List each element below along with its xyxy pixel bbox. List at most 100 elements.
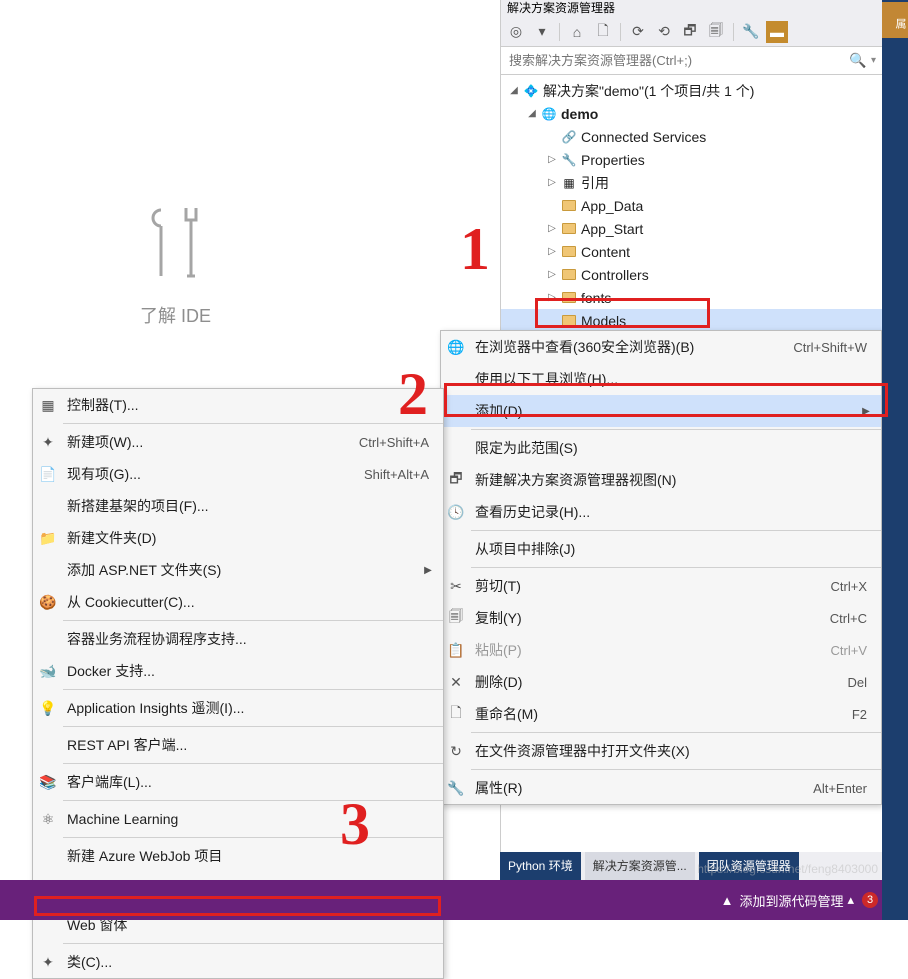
add-clientlib[interactable]: 📚客户端库(L)... (33, 766, 443, 798)
tab-python[interactable]: Python 环境 (500, 852, 581, 880)
controllers-label: Controllers (581, 267, 649, 283)
fonts-label: fonts (581, 290, 611, 306)
add-rest[interactable]: REST API 客户端... (33, 729, 443, 761)
add-controller[interactable]: ▦控制器(T)... (33, 389, 443, 421)
history-icon: 🕓 (441, 504, 471, 521)
add-appinsights[interactable]: 💡Application Insights 遥测(I)... (33, 692, 443, 724)
search-icon[interactable]: 🔍 (847, 50, 869, 72)
add-new-webjob[interactable]: 新建 Azure WebJob 项目 (33, 840, 443, 872)
search-input[interactable] (505, 53, 847, 68)
folder-icon (562, 223, 576, 234)
appdata-node[interactable]: App_Data (501, 194, 882, 217)
solution-label: 解决方案"demo"(1 个项目/共 1 个) (543, 81, 754, 101)
context-menu-main: 🌐 在浏览器中查看(360安全浏览器)(B) Ctrl+Shift+W 使用以下… (440, 330, 882, 805)
source-control-upload-icon[interactable]: ▲ (721, 893, 734, 908)
sync-icon[interactable]: ⟳ (627, 21, 649, 43)
ctx-browse-with[interactable]: 使用以下工具浏览(H)... (441, 363, 881, 395)
wrench-icon[interactable]: 🔧 (740, 21, 762, 43)
expander-icon[interactable]: ▷ (545, 153, 559, 167)
open-folder-icon: ↻ (441, 743, 471, 760)
collapse-icon[interactable]: 🗗 (679, 21, 701, 43)
status-text[interactable]: 添加到源代码管理 (739, 891, 843, 910)
expander-icon[interactable]: ▷ (545, 176, 559, 190)
connected-services-node[interactable]: 🔗 Connected Services (501, 125, 882, 148)
content-label: Content (581, 244, 630, 260)
fonts-node[interactable]: ▷ fonts (501, 286, 882, 309)
add-new-item[interactable]: ✦新建项(W)...Ctrl+Shift+A (33, 426, 443, 458)
search-dropdown-icon[interactable]: ▾ (869, 55, 878, 66)
add-new-folder[interactable]: 📁新建文件夹(D) (33, 522, 443, 554)
home-icon[interactable]: ⌂ (566, 21, 588, 43)
controllers-node[interactable]: ▷ Controllers (501, 263, 882, 286)
search-row: 🔍 ▾ (501, 47, 882, 75)
ctx-delete[interactable]: ✕删除(D)Del (441, 666, 881, 698)
status-bar: ▲ 添加到源代码管理 ▴ 3 (0, 880, 908, 920)
add-ml[interactable]: ⚛Machine Learning (33, 803, 443, 835)
ctx-history[interactable]: 🕓查看历史记录(H)... (441, 496, 881, 528)
solution-node[interactable]: ◢ 💠 解决方案"demo"(1 个项目/共 1 个) (501, 79, 882, 102)
ctx-copy[interactable]: 🗐复制(Y)Ctrl+C (441, 602, 881, 634)
copy-icon: 🗐 (441, 606, 471, 630)
dock-tab[interactable]: 属 (882, 2, 908, 38)
add-existing-item[interactable]: 📄现有项(G)...Shift+Alt+A (33, 458, 443, 490)
add-cookiecutter[interactable]: 🍪从 Cookiecutter(C)... (33, 586, 443, 618)
wrench-icon: 🔧 (561, 152, 577, 168)
rename-icon: 🗋 (441, 702, 471, 726)
add-aspnet-folder[interactable]: 添加 ASP.NET 文件夹(S)▶ (33, 554, 443, 586)
properties-label: Properties (581, 152, 645, 168)
ctx-open-explorer[interactable]: ↻在文件资源管理器中打开文件夹(X) (441, 735, 881, 767)
ide-learn-label[interactable]: 了解 IDE (140, 302, 211, 328)
paste-icon: 📋 (441, 642, 471, 659)
ctx-add[interactable]: 添加(D) ▶ (441, 395, 881, 427)
notification-badge[interactable]: 3 (862, 892, 878, 908)
appinsights-icon: 💡 (33, 700, 63, 717)
expander-icon[interactable]: ▷ (545, 291, 559, 305)
expander-icon[interactable]: ▷ (545, 245, 559, 259)
expander-icon[interactable]: ▷ (545, 222, 559, 236)
wrench-icon: 🔧 (441, 780, 471, 797)
tab-solution[interactable]: 解决方案资源管... (585, 852, 695, 880)
ide-learn-section: 了解 IDE (140, 200, 211, 328)
ctx-cut[interactable]: ✂剪切(T)Ctrl+X (441, 570, 881, 602)
toggle-icon[interactable]: ▬ (766, 21, 788, 43)
folder-icon (562, 246, 576, 257)
ctx-props[interactable]: 🔧属性(R)Alt+Enter (441, 772, 881, 804)
delete-icon: ✕ (441, 674, 471, 691)
fwd-icon[interactable]: ▾ (531, 21, 553, 43)
library-icon: 📚 (33, 774, 63, 791)
doc-icon[interactable]: 🗋 (592, 21, 614, 43)
properties-node[interactable]: ▷ 🔧 Properties (501, 148, 882, 171)
ctx-scope[interactable]: 限定为此范围(S) (441, 432, 881, 464)
expander-icon[interactable]: ◢ (507, 84, 521, 98)
add-container[interactable]: 容器业务流程协调程序支持... (33, 623, 443, 655)
ctx-exclude[interactable]: 从项目中排除(J) (441, 533, 881, 565)
add-docker[interactable]: 🐋Docker 支持... (33, 655, 443, 687)
chevron-up-icon[interactable]: ▴ (847, 892, 854, 908)
ctx-new-view[interactable]: 🗗新建解决方案资源管理器视图(N) (441, 464, 881, 496)
back-icon[interactable]: ◎ (505, 21, 527, 43)
expander-icon[interactable]: ◢ (525, 107, 539, 121)
new-item-icon: ✦ (33, 434, 63, 451)
expander-icon[interactable]: ▷ (545, 268, 559, 282)
add-scaffold[interactable]: 新搭建基架的项目(F)... (33, 490, 443, 522)
browser-icon: 🌐 (441, 339, 471, 356)
models-node[interactable]: Models (501, 309, 882, 332)
folder-icon (562, 200, 576, 211)
globe-icon: 🌐 (541, 106, 557, 122)
ml-icon: ⚛ (33, 811, 63, 828)
ctx-browse[interactable]: 🌐 在浏览器中查看(360安全浏览器)(B) Ctrl+Shift+W (441, 331, 881, 363)
references-node[interactable]: ▷ ▦ 引用 (501, 171, 882, 194)
add-class[interactable]: ✦类(C)... (33, 946, 443, 978)
class-icon: ✦ (33, 954, 63, 971)
docker-icon: 🐋 (33, 663, 63, 680)
showall-icon[interactable]: 🗐 (705, 21, 727, 43)
submenu-arrow-icon: ▶ (421, 565, 435, 576)
cut-icon: ✂ (441, 578, 471, 595)
refresh-icon[interactable]: ⟲ (653, 21, 675, 43)
ctx-rename[interactable]: 🗋重命名(M)F2 (441, 698, 881, 730)
appstart-node[interactable]: ▷ App_Start (501, 217, 882, 240)
appdata-label: App_Data (581, 198, 643, 214)
content-node[interactable]: ▷ Content (501, 240, 882, 263)
panel-title: 解决方案资源管理器 (501, 0, 882, 17)
project-node[interactable]: ◢ 🌐 demo (501, 102, 882, 125)
